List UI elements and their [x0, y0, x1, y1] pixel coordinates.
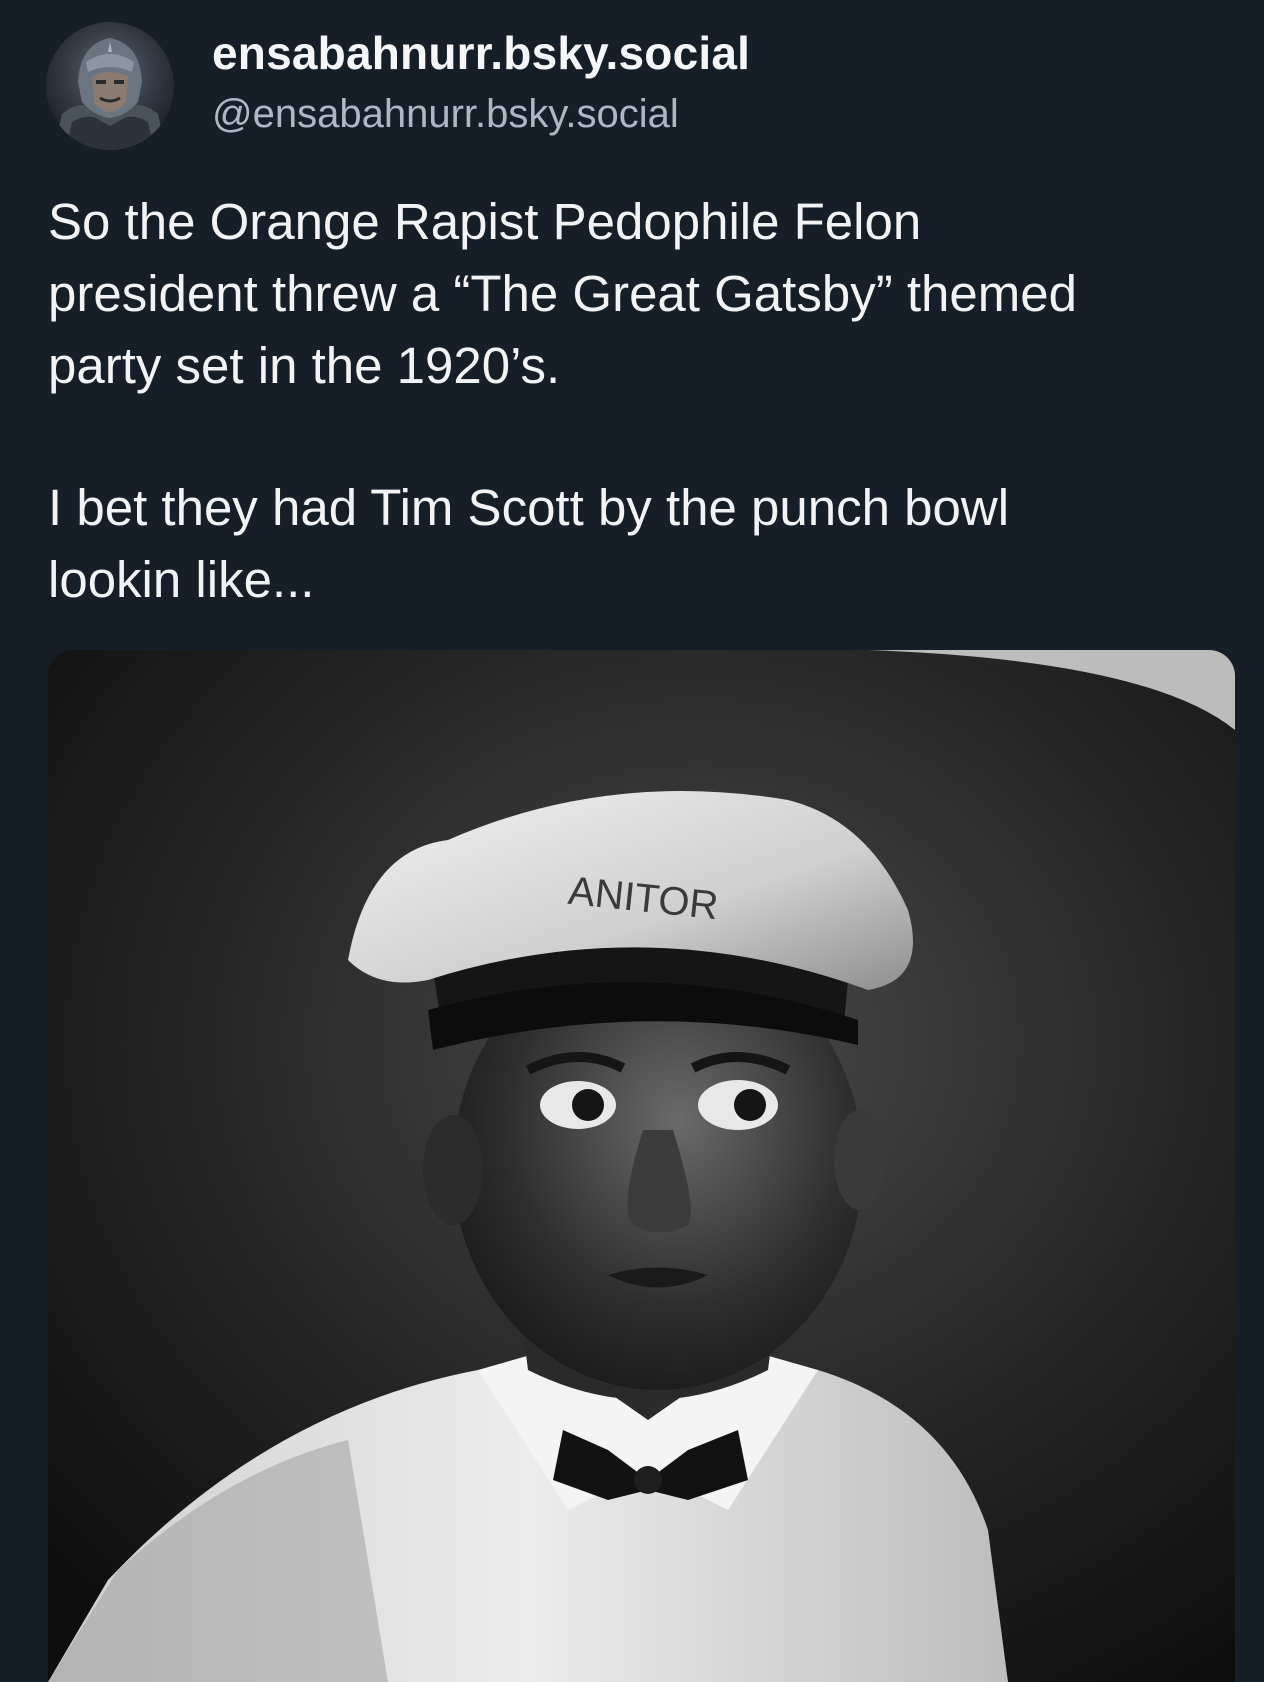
post-text-line: So the Orange Rapist Pedophile Felon: [48, 193, 922, 250]
post-text-line: party set in the 1920’s.: [48, 337, 561, 394]
post-card: ensabahnurr.bsky.social @ensabahnurr.bsk…: [0, 0, 1264, 1682]
post-text-paragraph: I bet they had Tim Scott by the punch bo…: [48, 472, 1238, 616]
post-text-line: president threw a “The Great Gatsby” the…: [48, 265, 1077, 322]
avatar-armored-figure-icon: [54, 38, 166, 150]
post-image[interactable]: ANITOR: [48, 650, 1235, 1682]
author-avatar[interactable]: [46, 22, 174, 150]
post-text-paragraph: So the Orange Rapist Pedophile Felon pre…: [48, 186, 1238, 402]
post-text-line: I bet they had Tim Scott by the punch bo…: [48, 479, 1010, 536]
author-handle[interactable]: @ensabahnurr.bsky.social: [212, 92, 679, 137]
janitor-portrait-photo: ANITOR: [48, 650, 1235, 1682]
post-text-line: lookin like...: [48, 551, 315, 608]
author-display-name[interactable]: ensabahnurr.bsky.social: [212, 26, 750, 80]
